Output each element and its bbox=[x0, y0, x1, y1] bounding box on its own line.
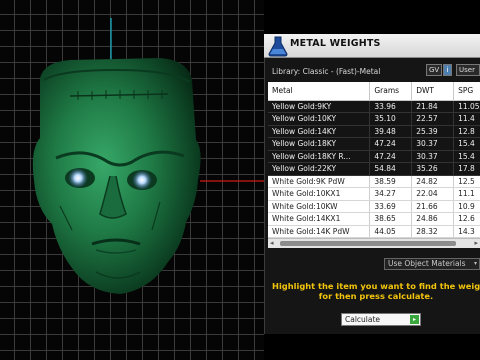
calculate-label: Calculate bbox=[345, 315, 381, 324]
cell-metal: White Gold:14K PdW bbox=[268, 225, 371, 238]
3d-viewport[interactable] bbox=[0, 0, 264, 360]
cell-grams: 34.27 bbox=[369, 187, 413, 201]
cell-spg: 17.8 bbox=[453, 162, 480, 176]
cell-spg: 11.05 bbox=[453, 100, 480, 113]
calculate-dropdown[interactable]: Calculate ▸ bbox=[341, 313, 421, 326]
left-eye-glow bbox=[68, 168, 88, 188]
gv-button[interactable]: GV bbox=[426, 64, 442, 76]
table-row[interactable]: Yellow Gold:18KY 47.24 30.37 15.4 bbox=[268, 137, 480, 151]
library-row: Library: Classic - (Fast)-Metal GV i Use… bbox=[266, 64, 480, 78]
cell-dwt: 22.04 bbox=[411, 187, 455, 201]
cell-spg: 12.5 bbox=[453, 175, 480, 188]
cell-spg: 11.4 bbox=[453, 112, 480, 126]
cell-grams: 33.96 bbox=[369, 100, 413, 113]
metal-table: Metal Grams DWT SPG Yellow Gold:9KY 33.96… bbox=[268, 82, 480, 238]
scroll-left-icon[interactable]: ◂ bbox=[270, 239, 274, 248]
cell-grams: 44.05 bbox=[369, 225, 413, 238]
table-row[interactable]: White Gold:14K PdW 44.05 28.32 14.3 bbox=[268, 225, 480, 238]
column-header-dwt[interactable]: DWT bbox=[411, 82, 455, 101]
table-header-row: Metal Grams DWT SPG bbox=[268, 82, 480, 101]
instruction-line-1: Highlight the item you want to find the … bbox=[272, 281, 480, 291]
cell-metal: White Gold:10KX1 bbox=[268, 187, 371, 201]
cell-dwt: 35.26 bbox=[411, 162, 455, 176]
cell-grams: 33.69 bbox=[369, 200, 413, 213]
cell-grams: 47.24 bbox=[369, 137, 413, 151]
cell-dwt: 21.66 bbox=[411, 200, 455, 213]
scrollbar-thumb[interactable] bbox=[280, 241, 456, 246]
panel-titlebar: METAL WEIGHTS bbox=[264, 34, 480, 58]
table-row[interactable]: Yellow Gold:22KY 54.84 35.26 17.8 bbox=[268, 162, 480, 176]
user-library-button[interactable]: User bbox=[456, 64, 480, 76]
cell-metal: Yellow Gold:10KY bbox=[268, 112, 371, 126]
library-label: Library: Classic - (Fast)-Metal bbox=[272, 67, 381, 76]
cell-grams: 38.65 bbox=[369, 212, 413, 226]
cell-metal: White Gold:10KW bbox=[268, 200, 371, 213]
cell-grams: 54.84 bbox=[369, 162, 413, 176]
cell-metal: Yellow Gold:22KY bbox=[268, 162, 371, 176]
cell-spg: 15.4 bbox=[453, 150, 480, 163]
table-horizontal-scrollbar[interactable]: ◂ ▸ bbox=[268, 238, 480, 248]
cell-dwt: 28.32 bbox=[411, 225, 455, 238]
cell-metal: Yellow Gold:18KY R... bbox=[268, 150, 371, 163]
right-eye-glow bbox=[132, 170, 152, 190]
object-materials-dropdown[interactable]: Use Object Materials ▾ bbox=[384, 258, 480, 270]
column-header-grams[interactable]: Grams bbox=[369, 82, 413, 101]
cell-spg: 15.4 bbox=[453, 137, 480, 151]
cell-grams: 38.59 bbox=[369, 175, 413, 188]
cell-grams: 39.48 bbox=[369, 125, 413, 138]
table-row[interactable]: Yellow Gold:9KY 33.96 21.84 11.05 bbox=[268, 100, 480, 113]
cell-dwt: 24.86 bbox=[411, 212, 455, 226]
table-row[interactable]: White Gold:10KX1 34.27 22.04 11.1 bbox=[268, 187, 480, 201]
viewport-canvas bbox=[32, 18, 264, 294]
table-row[interactable]: White Gold:14KX1 38.65 24.86 12.6 bbox=[268, 212, 480, 226]
metal-table-container[interactable]: Metal Grams DWT SPG Yellow Gold:9KY 33.96… bbox=[268, 82, 480, 238]
instruction-text: Highlight the item you want to find the … bbox=[272, 281, 480, 301]
cell-spg: 10.9 bbox=[453, 200, 480, 213]
cell-metal: Yellow Gold:18KY bbox=[268, 137, 371, 151]
cell-metal: Yellow Gold:14KY bbox=[268, 125, 371, 138]
cell-spg: 12.6 bbox=[453, 212, 480, 226]
column-header-metal[interactable]: Metal bbox=[268, 82, 371, 101]
cell-dwt: 25.39 bbox=[411, 125, 455, 138]
flask-logo-icon bbox=[268, 36, 288, 57]
chevron-down-icon: ▾ bbox=[473, 260, 477, 267]
cell-dwt: 22.57 bbox=[411, 112, 455, 126]
cell-dwt: 30.37 bbox=[411, 150, 455, 163]
cell-metal: Yellow Gold:9KY bbox=[268, 100, 371, 113]
cell-dwt: 24.82 bbox=[411, 175, 455, 188]
cell-metal: White Gold:9K PdW bbox=[268, 175, 371, 188]
table-row[interactable]: Yellow Gold:14KY 39.48 25.39 12.8 bbox=[268, 125, 480, 138]
instruction-line-2: for then press calculate. bbox=[318, 291, 434, 301]
cell-spg: 14.3 bbox=[453, 225, 480, 238]
cell-spg: 12.8 bbox=[453, 125, 480, 138]
frankenstein-head-model bbox=[32, 58, 201, 294]
play-arrow-icon[interactable]: ▸ bbox=[410, 315, 419, 324]
column-header-spg[interactable]: SPG bbox=[453, 82, 480, 101]
table-row[interactable]: Yellow Gold:18KY R... 47.24 30.37 15.4 bbox=[268, 150, 480, 163]
cell-spg: 11.1 bbox=[453, 187, 480, 201]
info-icon[interactable]: i bbox=[443, 64, 452, 76]
object-materials-label: Use Object Materials bbox=[388, 259, 466, 268]
cell-grams: 35.10 bbox=[369, 112, 413, 126]
table-row[interactable]: White Gold:9K PdW 38.59 24.82 12.5 bbox=[268, 175, 480, 188]
table-row[interactable]: Yellow Gold:10KY 35.10 22.57 11.4 bbox=[268, 112, 480, 126]
panel-title: METAL WEIGHTS bbox=[290, 38, 381, 49]
cell-dwt: 30.37 bbox=[411, 137, 455, 151]
cell-grams: 47.24 bbox=[369, 150, 413, 163]
cell-dwt: 21.84 bbox=[411, 100, 455, 113]
scroll-right-icon[interactable]: ▸ bbox=[474, 239, 478, 248]
cell-metal: White Gold:14KX1 bbox=[268, 212, 371, 226]
table-row[interactable]: White Gold:10KW 33.69 21.66 10.9 bbox=[268, 200, 480, 213]
